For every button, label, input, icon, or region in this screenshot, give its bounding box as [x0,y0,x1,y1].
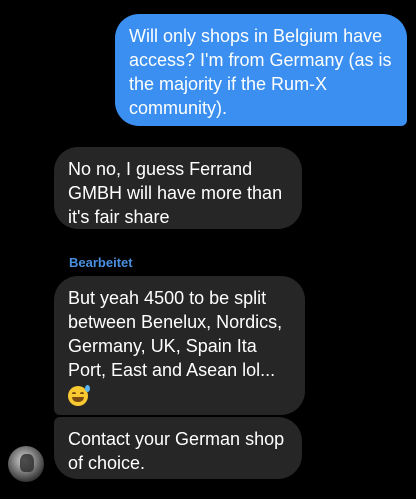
outgoing-message-text: Will only shops in Belgium have access? … [129,26,392,118]
incoming-message-bubble-edited[interactable]: But yeah 4500 to be split between Benelu… [54,276,305,415]
chat-thread: Will only shops in Belgium have access? … [0,0,416,499]
outgoing-message-bubble[interactable]: Will only shops in Belgium have access? … [115,14,407,126]
user-avatar-icon[interactable] [8,446,44,482]
incoming-message-text: But yeah 4500 to be split between Benelu… [68,288,283,380]
grinning-face-with-sweat-icon [68,385,90,407]
incoming-message-text: Contact your German shop of choice. [68,429,285,473]
incoming-message-bubble[interactable]: No no, I guess Ferrand GMBH will have mo… [54,147,302,229]
edited-label: Bearbeitet [69,255,133,270]
incoming-message-bubble[interactable]: Contact your German shop of choice. [54,417,302,479]
incoming-message-text: No no, I guess Ferrand GMBH will have mo… [68,159,283,227]
